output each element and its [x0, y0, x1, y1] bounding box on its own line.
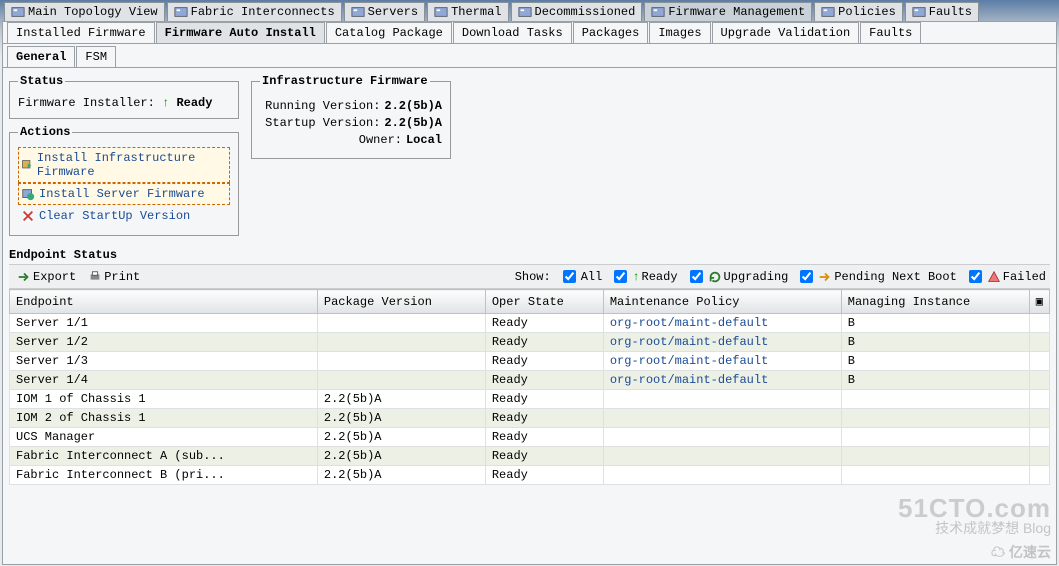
export-button[interactable]: Export	[13, 268, 80, 286]
actions-legend: Actions	[18, 125, 72, 139]
table-row[interactable]: Fabric Interconnect B (pri...2.2(5b)ARea…	[10, 466, 1050, 485]
status-fieldset: Status Firmware Installer: ↑ Ready	[9, 74, 239, 119]
sub-tab-bar: Installed FirmwareFirmware Auto InstallC…	[3, 22, 1056, 44]
table-row[interactable]: IOM 2 of Chassis 12.2(5b)AReady	[10, 409, 1050, 428]
install-infra-firmware-link[interactable]: Install Infrastructure Firmware	[18, 147, 230, 183]
infra-legend: Infrastructure Firmware	[260, 74, 430, 88]
running-version-value: 2.2(5b)A	[384, 99, 442, 113]
install-infra-label: Install Infrastructure Firmware	[37, 151, 227, 179]
maintenance-policy-link[interactable]: org-root/maint-default	[603, 333, 841, 352]
maintenance-policy-link[interactable]: org-root/maint-default	[603, 352, 841, 371]
filter-ready-checkbox[interactable]	[614, 270, 627, 283]
sub-tab-upgrade-validation[interactable]: Upgrade Validation	[712, 22, 860, 43]
arrow-up-icon: ↑	[162, 96, 169, 110]
infra-firmware-fieldset: Infrastructure Firmware Running Version:…	[251, 74, 451, 159]
sub-tab-firmware-auto-install[interactable]: Firmware Auto Install	[156, 22, 325, 43]
col-managing-instance[interactable]: Managing Instance	[841, 290, 1029, 314]
owner-value: Local	[406, 133, 442, 147]
sub-tab-catalog-package[interactable]: Catalog Package	[326, 22, 452, 43]
table-row[interactable]: UCS Manager2.2(5b)AReady	[10, 428, 1050, 447]
failed-icon	[987, 270, 1001, 284]
startup-version-label: Startup Version:	[265, 116, 380, 130]
table-row[interactable]: Server 1/2Readyorg-root/maint-defaultB	[10, 333, 1050, 352]
running-version-label: Running Version:	[265, 99, 380, 113]
top-tab-policies[interactable]: Policies	[814, 2, 903, 21]
export-label: Export	[33, 270, 76, 284]
pending-icon	[818, 270, 832, 284]
install-server-label: Install Server Firmware	[39, 187, 205, 201]
filter-ready[interactable]: ↑Ready	[610, 267, 677, 286]
filter-failed-checkbox[interactable]	[969, 270, 982, 283]
actions-fieldset: Actions Install Infrastructure Firmware …	[9, 125, 239, 236]
sub-tab-images[interactable]: Images	[649, 22, 710, 43]
table-row[interactable]: Server 1/3Readyorg-root/maint-defaultB	[10, 352, 1050, 371]
export-icon	[17, 270, 31, 284]
table-row[interactable]: Fabric Interconnect A (sub...2.2(5b)ARea…	[10, 447, 1050, 466]
top-tab-faults[interactable]: Faults	[905, 2, 979, 21]
inner-tab-bar: GeneralFSM	[3, 46, 1056, 68]
watermark-51cto-sub: 技术成就梦想 Blog	[935, 518, 1051, 538]
status-legend: Status	[18, 74, 65, 88]
startup-version-value: 2.2(5b)A	[384, 116, 442, 130]
filter-upgrading[interactable]: Upgrading	[686, 267, 789, 286]
top-tab-firmware-management[interactable]: Firmware Management	[644, 2, 812, 21]
table-row[interactable]: Server 1/4Readyorg-root/maint-defaultB	[10, 371, 1050, 390]
col-menu[interactable]: ▣	[1029, 290, 1049, 314]
show-label: Show:	[515, 270, 551, 284]
maintenance-policy-link[interactable]: org-root/maint-default	[603, 371, 841, 390]
endpoint-table: EndpointPackage VersionOper StateMainten…	[9, 289, 1050, 485]
install-server-icon	[21, 187, 35, 201]
inner-tab-general[interactable]: General	[7, 46, 75, 67]
refresh-icon	[708, 270, 722, 284]
top-tab-fabric-interconnects[interactable]: Fabric Interconnects	[167, 2, 342, 21]
top-tab-thermal[interactable]: Thermal	[427, 2, 508, 21]
table-row[interactable]: Server 1/1Readyorg-root/maint-defaultB	[10, 314, 1050, 333]
print-icon	[88, 270, 102, 284]
inner-tab-fsm[interactable]: FSM	[76, 46, 116, 67]
install-infra-icon	[21, 158, 33, 172]
col-endpoint[interactable]: Endpoint	[10, 290, 318, 314]
firmware-installer-label: Firmware Installer:	[18, 96, 155, 110]
owner-label: Owner:	[359, 133, 402, 147]
maintenance-policy-link[interactable]: org-root/maint-default	[603, 314, 841, 333]
sub-tab-download-tasks[interactable]: Download Tasks	[453, 22, 572, 43]
filter-pending[interactable]: Pending Next Boot	[796, 267, 956, 286]
filter-failed[interactable]: Failed	[965, 267, 1046, 286]
print-button[interactable]: Print	[84, 268, 144, 286]
sub-tab-installed-firmware[interactable]: Installed Firmware	[7, 22, 155, 43]
sub-tab-packages[interactable]: Packages	[573, 22, 649, 43]
arrow-up-icon: ↑	[632, 270, 639, 284]
watermark-yisu: ☁ 亿速云	[991, 542, 1051, 562]
clear-icon	[21, 209, 35, 223]
print-label: Print	[104, 270, 140, 284]
top-tab-servers[interactable]: Servers	[344, 2, 425, 21]
top-tab-main-topology-view[interactable]: Main Topology View	[4, 2, 165, 21]
clear-startup-label: Clear StartUp Version	[39, 209, 190, 223]
install-server-firmware-link[interactable]: Install Server Firmware	[18, 183, 230, 205]
filter-upgrading-checkbox[interactable]	[690, 270, 703, 283]
top-tab-bar: Main Topology ViewFabric InterconnectsSe…	[0, 0, 1059, 21]
endpoint-toolbar: Export Print Show: All ↑Ready Upgrading …	[9, 264, 1050, 289]
filter-all-checkbox[interactable]	[563, 270, 576, 283]
top-tab-decommissioned[interactable]: Decommissioned	[511, 2, 643, 21]
col-oper-state[interactable]: Oper State	[485, 290, 603, 314]
col-package-version[interactable]: Package Version	[317, 290, 485, 314]
filter-all[interactable]: All	[559, 267, 603, 286]
col-maintenance-policy[interactable]: Maintenance Policy	[603, 290, 841, 314]
table-row[interactable]: IOM 1 of Chassis 12.2(5b)AReady	[10, 390, 1050, 409]
firmware-installer-value: Ready	[176, 96, 212, 110]
filter-pending-checkbox[interactable]	[800, 270, 813, 283]
clear-startup-version-link[interactable]: Clear StartUp Version	[18, 205, 230, 227]
endpoint-status-title: Endpoint Status	[9, 248, 1050, 262]
sub-tab-faults[interactable]: Faults	[860, 22, 921, 43]
